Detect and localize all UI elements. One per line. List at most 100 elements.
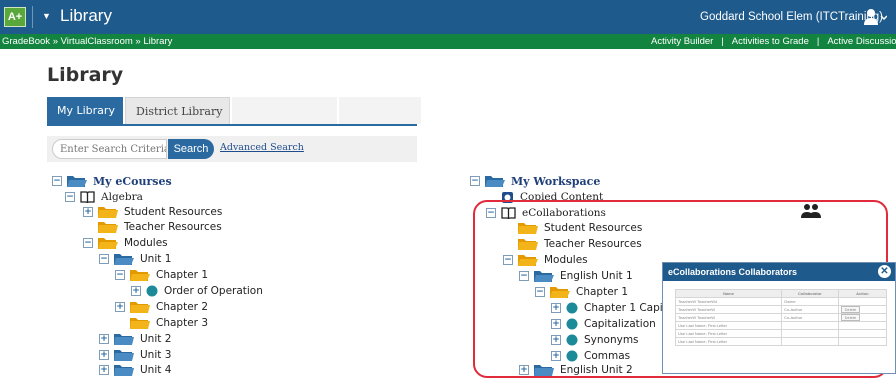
- menu-caret-icon[interactable]: ▼: [42, 11, 51, 21]
- tree-node-unit-1[interactable]: − Unit 1: [99, 251, 171, 267]
- tab-district-library[interactable]: District Library: [125, 97, 230, 124]
- tree-node-unit-3[interactable]: + Unit 3: [99, 347, 171, 363]
- expand-icon[interactable]: +: [83, 207, 93, 217]
- content-dot-icon: [146, 285, 158, 297]
- breadcrumb-bar: GradeBook » VirtualClassroom » Library A…: [0, 34, 896, 49]
- tree-node-label: Modules: [124, 237, 168, 249]
- active-discussions-link[interactable]: Active Discussio: [827, 36, 896, 47]
- tree-node-label: Order of Operation: [164, 285, 263, 297]
- tree-node-chapter-1[interactable]: − Chapter 1: [115, 267, 208, 283]
- expand-icon[interactable]: +: [99, 350, 109, 360]
- tree-node-label: Chapter 1: [156, 269, 208, 281]
- expand-icon[interactable]: +: [131, 286, 141, 296]
- delete-button[interactable]: Delete: [840, 314, 861, 321]
- column-header: Name: [674, 289, 783, 298]
- table-cell: Owner: [781, 297, 839, 306]
- search-input[interactable]: [52, 139, 167, 159]
- collapse-icon[interactable]: −: [115, 270, 125, 280]
- name-input[interactable]: Use Last Name, First Letter: [674, 329, 783, 338]
- tree-node-label: Unit 4: [140, 364, 172, 376]
- tree-node-order-of-operation[interactable]: + Order of Operation: [131, 283, 263, 299]
- activities-to-grade-link[interactable]: Activities to Grade: [732, 36, 809, 47]
- divider: [32, 6, 33, 28]
- table-cell: TeacherW TeacherW4: [674, 297, 783, 306]
- table-cell: Delete: [837, 313, 888, 322]
- collapse-icon[interactable]: −: [52, 176, 62, 186]
- tree-node-algebra[interactable]: − Algebra: [65, 189, 143, 205]
- tree-node-label: Unit 3: [140, 349, 172, 361]
- tree-node-label: Unit 2: [140, 333, 172, 345]
- table-row: TeacherW TeacherW Co-Author Delete: [674, 313, 888, 322]
- folder-icon: [130, 301, 150, 313]
- table-cell: [781, 337, 839, 346]
- collaborators-table: Name Collaborator Action TeacherW Teache…: [674, 289, 888, 346]
- user-icon[interactable]: [863, 8, 888, 26]
- search-bar: Search Advanced Search: [47, 136, 417, 162]
- top-bar: A+ ▼ Library Goddard School Elem (ITCTra…: [0, 0, 896, 34]
- tree-node-my-ecourses[interactable]: − My eCourses: [52, 173, 172, 189]
- tree-node-teacher-resources[interactable]: Teacher Resources: [83, 219, 222, 235]
- tree-node-label: Unit 1: [140, 253, 172, 265]
- folder-open-icon: [98, 237, 118, 249]
- collapse-icon[interactable]: −: [470, 176, 480, 186]
- tree-node-modules[interactable]: − Modules: [83, 235, 168, 251]
- link-separator: |: [721, 36, 724, 47]
- close-icon[interactable]: ✕: [878, 265, 891, 278]
- dialog-header: eCollaborations Collaborators ✕: [663, 263, 895, 281]
- tab-blurred[interactable]: [339, 97, 421, 124]
- advanced-search-link[interactable]: Advanced Search: [220, 142, 304, 153]
- breadcrumb[interactable]: GradeBook » VirtualClassroom » Library: [2, 34, 172, 49]
- table-cell: [837, 321, 888, 330]
- expand-icon[interactable]: +: [115, 302, 125, 312]
- collapse-icon[interactable]: −: [83, 238, 93, 248]
- table-row: Use Last Name, First Letter: [674, 321, 888, 330]
- link-separator: |: [816, 36, 820, 47]
- delete-button[interactable]: Delete: [840, 306, 861, 313]
- table-cell: TeacherW TeacherW: [674, 305, 783, 314]
- tab-my-library[interactable]: My Library: [47, 97, 123, 124]
- tree-node-my-workspace[interactable]: − My Workspace: [470, 173, 600, 189]
- tab-blurred[interactable]: [232, 97, 337, 124]
- folder-open-icon: [485, 175, 505, 187]
- table-cell: Co-Author: [781, 305, 839, 314]
- page-title: Library: [47, 64, 124, 86]
- activity-builder-link[interactable]: Activity Builder: [651, 36, 713, 47]
- table-row: TeacherW TeacherW Co-Author Delete: [674, 305, 888, 314]
- table-cell: [781, 329, 839, 338]
- table-row: Use Last Name, First Letter: [674, 329, 888, 338]
- table-cell: Delete: [837, 305, 888, 314]
- book-icon: [80, 190, 95, 203]
- collapse-icon[interactable]: −: [99, 254, 109, 264]
- tree-node-label: My eCourses: [93, 174, 172, 188]
- tree-node-chapter-2[interactable]: + Chapter 2: [115, 299, 208, 315]
- dialog-title: eCollaborations Collaborators: [668, 267, 798, 277]
- app-logo[interactable]: A+: [4, 7, 26, 27]
- app-title[interactable]: Library: [60, 6, 112, 26]
- tree-node-student-resources[interactable]: + Student Resources: [83, 204, 222, 220]
- name-input[interactable]: Use Last Name, First Letter: [674, 321, 783, 330]
- table-row: Use Last Name, First Letter: [674, 337, 888, 346]
- top-links: Activity Builder | Activities to Grade | Act…: [651, 34, 896, 49]
- tree-node-label: Teacher Resources: [124, 221, 222, 233]
- collapse-icon[interactable]: −: [65, 192, 75, 202]
- expand-icon[interactable]: +: [99, 334, 109, 344]
- tree-node-label: Student Resources: [124, 206, 223, 218]
- folder-open-icon: [130, 269, 150, 281]
- tree-node-label: My Workspace: [511, 174, 601, 188]
- tab-underline: [47, 124, 417, 126]
- name-input[interactable]: Use Last Name, First Letter: [674, 337, 783, 346]
- table-cell: [837, 337, 888, 346]
- school-name[interactable]: Goddard School Elem (ITCTraining): [700, 11, 883, 23]
- expand-icon[interactable]: +: [99, 365, 109, 375]
- table-cell: [837, 329, 888, 338]
- tree-node-label: Algebra: [101, 191, 143, 203]
- tree-node-label: Chapter 2: [156, 301, 208, 313]
- folder-icon: [98, 221, 118, 233]
- table-cell: [837, 297, 888, 306]
- tree-node-unit-4[interactable]: + Unit 4: [99, 362, 171, 378]
- search-button[interactable]: Search: [168, 139, 214, 159]
- tree-node-unit-2[interactable]: + Unit 2: [99, 331, 171, 347]
- folder-icon: [114, 364, 134, 376]
- tree-node-chapter-3[interactable]: Chapter 3: [115, 315, 208, 331]
- folder-open-icon: [114, 253, 134, 265]
